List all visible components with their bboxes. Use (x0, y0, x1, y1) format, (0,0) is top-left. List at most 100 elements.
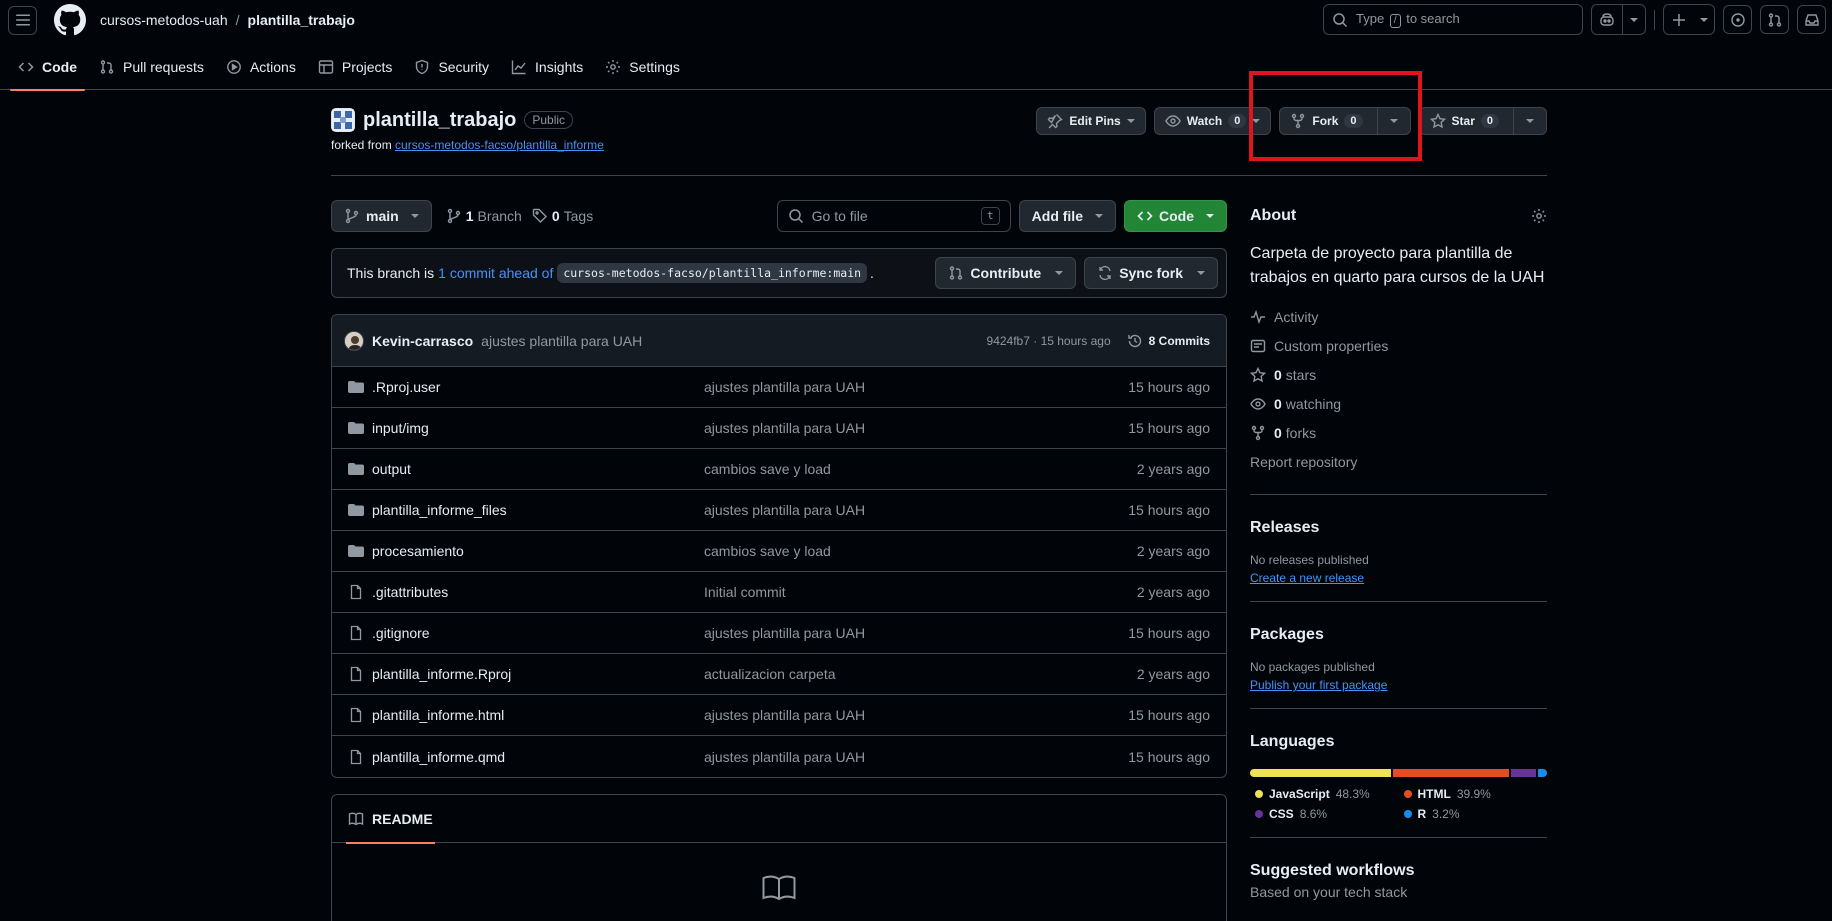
commit-sha-time[interactable]: 9424fb7 · 15 hours ago (987, 334, 1111, 348)
gear-icon[interactable] (1531, 208, 1547, 224)
table-row[interactable]: input/img ajustes plantilla para UAH 15 ho… (332, 408, 1226, 449)
tab-insights[interactable]: Insights (501, 44, 593, 90)
repo-sidebar: About Carpeta de proyecto para plantilla… (1250, 200, 1547, 900)
language-name: JavaScript (1269, 787, 1330, 801)
go-to-file-input[interactable]: Go to file t (776, 200, 1011, 232)
language-item[interactable]: HTML 39.9% (1399, 787, 1548, 801)
tab-pull-requests[interactable]: Pull requests (89, 44, 214, 90)
table-row[interactable]: output cambios save y load 2 years ago (332, 449, 1226, 490)
readme-empty-state (332, 843, 1226, 901)
forked-from-link[interactable]: cursos-metodos-facso/plantilla_informe (395, 138, 604, 152)
repo-owner-avatar[interactable] (331, 108, 355, 132)
hamburger-menu-button[interactable] (8, 5, 37, 35)
pull-requests-button[interactable] (1760, 5, 1789, 34)
file-name-link[interactable]: plantilla_informe.qmd (372, 749, 704, 765)
stars-link[interactable]: 0 stars (1250, 360, 1547, 389)
language-item[interactable]: JavaScript 48.3% (1250, 787, 1399, 801)
chevron-down-icon (1630, 17, 1638, 22)
publish-package-link[interactable]: Publish your first package (1250, 678, 1387, 692)
issues-button[interactable] (1723, 5, 1752, 34)
github-logo-icon[interactable] (54, 4, 86, 36)
branch-select-button[interactable]: main (331, 200, 432, 232)
watch-button[interactable]: Watch 0 (1153, 107, 1272, 135)
language-item[interactable]: CSS 8.6% (1250, 807, 1399, 821)
author-avatar[interactable] (344, 330, 364, 351)
releases-heading[interactable]: Releases (1250, 519, 1547, 537)
tab-projects[interactable]: Projects (308, 44, 403, 90)
tags-link[interactable]: 0 Tags (532, 208, 593, 224)
fork-button[interactable]: Fork 0 (1280, 108, 1376, 134)
search-placeholder-suffix: to search (1406, 11, 1460, 26)
table-row[interactable]: plantilla_informe_files ajustes plantilla… (332, 490, 1226, 531)
add-file-button[interactable]: Add file (1018, 200, 1116, 232)
report-repository-link[interactable]: Report repository (1250, 447, 1547, 476)
sync-fork-button[interactable]: Sync fork (1084, 257, 1218, 289)
edit-pins-button[interactable]: Edit Pins (1036, 107, 1146, 135)
breadcrumb-owner-link[interactable]: cursos-metodos-uah (100, 12, 228, 28)
table-row[interactable]: plantilla_informe.qmd ajustes plantilla p… (332, 736, 1226, 777)
fork-dropdown-button[interactable] (1378, 108, 1410, 134)
git-pull-request-icon (950, 266, 963, 280)
breadcrumb-repo-link[interactable]: plantilla_trabajo (248, 12, 355, 28)
tab-code[interactable]: Code (8, 44, 87, 91)
file-commit-message-link[interactable]: ajustes plantilla para UAH (704, 707, 1128, 723)
packages-heading[interactable]: Packages (1250, 626, 1547, 644)
file-commit-message-link[interactable]: cambios save y load (704, 461, 1137, 477)
star-dropdown-button[interactable] (1514, 108, 1546, 134)
activity-link[interactable]: Activity (1250, 302, 1547, 331)
file-commit-message-link[interactable]: Initial commit (704, 584, 1137, 600)
commits-history-link[interactable]: 8 Commits (1127, 333, 1210, 349)
file-name-link[interactable]: output (372, 461, 704, 477)
table-row[interactable]: plantilla_informe.Rproj actualizacion car… (332, 654, 1226, 695)
tab-actions[interactable]: Actions (216, 44, 306, 90)
file-name-link[interactable]: plantilla_informe_files (372, 502, 704, 518)
file-name-link[interactable]: plantilla_informe.html (372, 707, 704, 723)
commits-ahead-link[interactable]: 1 commit ahead of (438, 265, 553, 281)
git-pull-request-icon (100, 59, 114, 74)
file-commit-message-link[interactable]: ajustes plantilla para UAH (704, 420, 1128, 436)
table-row[interactable]: plantilla_informe.html ajustes plantilla … (332, 695, 1226, 736)
language-item[interactable]: R 3.2% (1399, 807, 1548, 821)
file-commit-message-link[interactable]: actualizacion carpeta (704, 666, 1137, 682)
branch-name: main (366, 208, 399, 224)
commit-author-link[interactable]: Kevin-carrasco (372, 333, 473, 349)
breadcrumb: cursos-metodos-uah / plantilla_trabajo (100, 12, 355, 28)
branch-ahead-banner: This branch is 1 commit ahead of cursos-… (331, 248, 1227, 298)
copilot-dropdown-button[interactable] (1623, 5, 1645, 34)
file-name-link[interactable]: input/img (372, 420, 704, 436)
branches-link[interactable]: 1 Branch (446, 208, 522, 224)
code-dropdown-button[interactable]: Code (1124, 200, 1227, 232)
table-row[interactable]: .Rproj.user ajustes plantilla para UAH 15 … (332, 367, 1226, 408)
create-release-link[interactable]: Create a new release (1250, 571, 1364, 585)
table-row[interactable]: .gitattributes Initial commit 2 years ago (332, 572, 1226, 613)
file-commit-message-link[interactable]: ajustes plantilla para UAH (704, 379, 1128, 395)
search-icon (1333, 12, 1348, 27)
file-commit-message-link[interactable]: cambios save y load (704, 543, 1137, 559)
copilot-button[interactable] (1592, 5, 1622, 34)
file-commit-message-link[interactable]: ajustes plantilla para UAH (704, 749, 1128, 765)
tab-security[interactable]: Security (404, 44, 499, 90)
file-commit-message-link[interactable]: ajustes plantilla para UAH (704, 625, 1128, 641)
file-name-link[interactable]: .gitattributes (372, 584, 704, 600)
create-new-button[interactable] (1663, 4, 1715, 35)
readme-tab[interactable]: README (346, 795, 435, 844)
table-row[interactable]: procesamiento cambios save y load 2 years … (332, 531, 1226, 572)
file-name-link[interactable]: .gitignore (372, 625, 704, 641)
contribute-button[interactable]: Contribute (935, 257, 1077, 289)
inbox-button[interactable] (1797, 5, 1826, 34)
file-commit-message-link[interactable]: ajustes plantilla para UAH (704, 502, 1128, 518)
global-search-input[interactable]: Type / to search (1323, 4, 1583, 35)
file-name-link[interactable]: .Rproj.user (372, 379, 704, 395)
repo-name-link[interactable]: plantilla_trabajo (363, 109, 516, 132)
file-name-link[interactable]: plantilla_informe.Rproj (372, 666, 704, 682)
watching-link[interactable]: 0 watching (1250, 389, 1547, 418)
table-row[interactable]: .gitignore ajustes plantilla para UAH 15 h… (332, 613, 1226, 654)
forks-link[interactable]: 0 forks (1250, 418, 1547, 447)
forks-count: 0 (1274, 424, 1282, 441)
file-name-link[interactable]: procesamiento (372, 543, 704, 559)
plus-icon (1664, 5, 1694, 34)
star-button[interactable]: Star 0 (1420, 108, 1513, 134)
custom-properties-link[interactable]: Custom properties (1250, 331, 1547, 360)
commit-message-link[interactable]: ajustes plantilla para UAH (481, 333, 642, 349)
tab-settings[interactable]: Settings (595, 44, 690, 90)
